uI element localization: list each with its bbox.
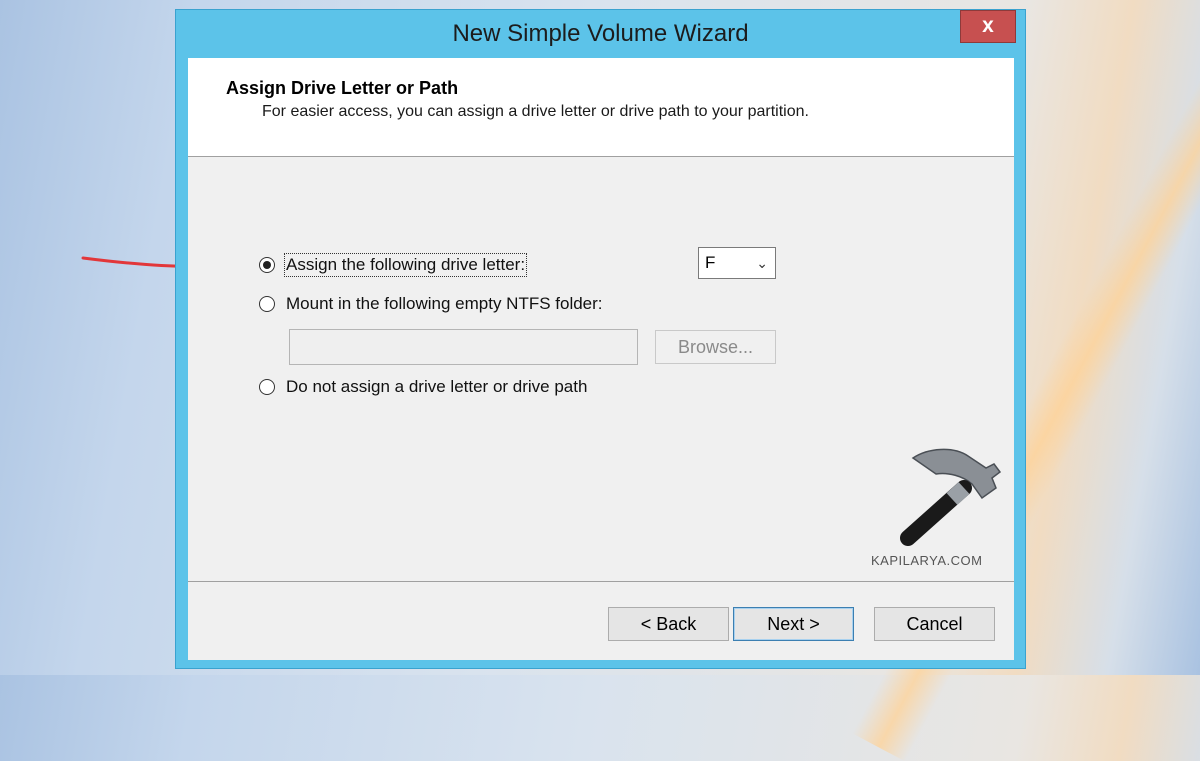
label-mount-ntfs-folder[interactable]: Mount in the following empty NTFS folder…	[286, 294, 603, 314]
hammer-icon	[900, 448, 1002, 546]
radio-no-drive-letter[interactable]	[259, 379, 275, 395]
radio-assign-drive-letter[interactable]	[259, 257, 275, 273]
folder-path-input[interactable]	[289, 329, 638, 365]
wizard-window: New Simple Volume Wizard x Assign Drive …	[175, 9, 1026, 669]
wizard-header: Assign Drive Letter or Path For easier a…	[188, 58, 1014, 157]
label-no-drive-letter[interactable]: Do not assign a drive letter or drive pa…	[286, 377, 587, 397]
drive-letter-value: F	[705, 253, 716, 272]
watermark-text: KAPILARYA.COM	[871, 553, 983, 568]
page-subtitle: For easier access, you can assign a driv…	[262, 103, 809, 120]
back-button[interactable]: < Back	[608, 607, 729, 641]
wizard-client-area: Assign Drive Letter or Path For easier a…	[188, 58, 1014, 660]
drive-letter-dropdown[interactable]: F ⌄	[698, 247, 776, 279]
label-assign-drive-letter[interactable]: Assign the following drive letter:	[283, 253, 528, 277]
page-title: Assign Drive Letter or Path	[226, 78, 459, 98]
browse-button[interactable]: Browse...	[655, 330, 776, 364]
next-button[interactable]: Next >	[733, 607, 854, 641]
footer-separator	[188, 581, 1014, 582]
chevron-down-icon: ⌄	[756, 255, 768, 271]
close-button[interactable]: x	[960, 10, 1016, 43]
window-title: New Simple Volume Wizard	[452, 20, 749, 47]
radio-mount-ntfs-folder[interactable]	[259, 296, 275, 312]
cancel-button[interactable]: Cancel	[874, 607, 995, 641]
